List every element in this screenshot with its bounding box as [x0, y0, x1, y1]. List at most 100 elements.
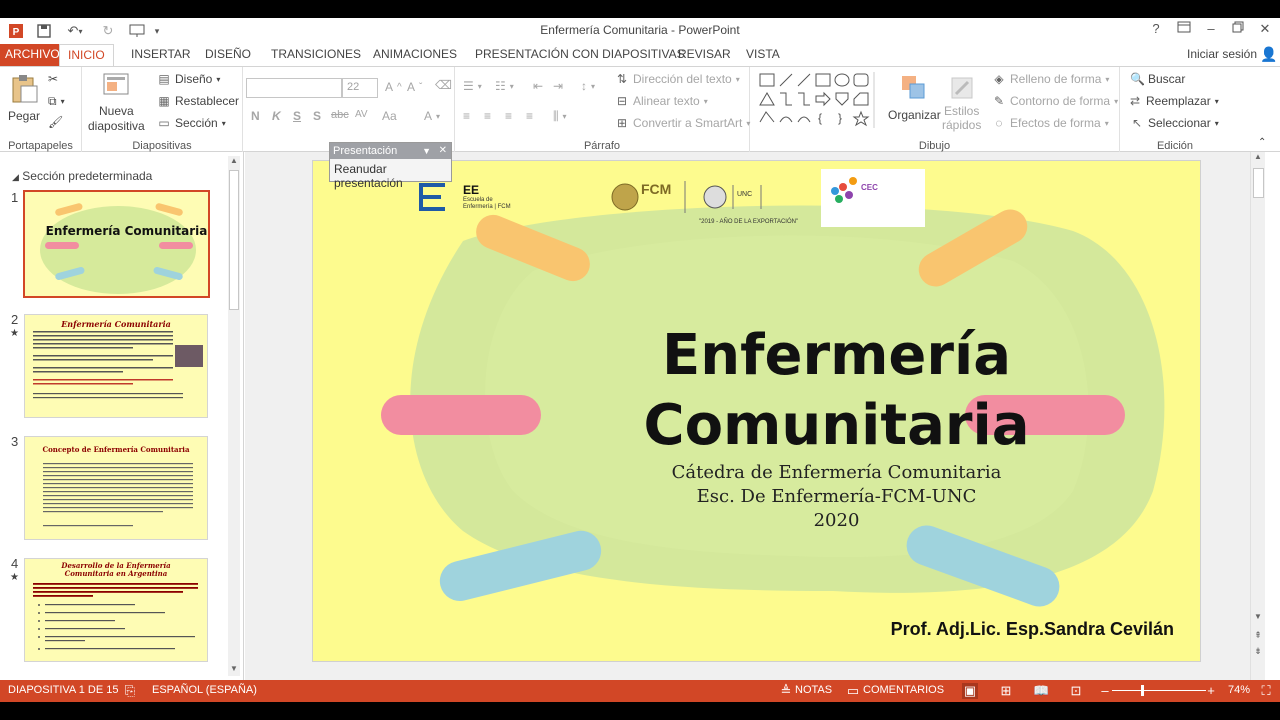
align-text-button[interactable]: ⊟ Alinear texto ▾	[615, 94, 708, 108]
strikethrough-button[interactable]: abc	[331, 109, 349, 121]
tab-animaciones[interactable]: ANIMACIONES	[365, 44, 465, 66]
select-button[interactable]: ↖ Seleccionar ▾	[1130, 116, 1219, 130]
reset-button[interactable]: ▦ Restablecer	[157, 94, 239, 108]
collapse-ribbon-icon[interactable]: ⌃	[1258, 137, 1266, 148]
floatbar-close-icon[interactable]: ✕	[439, 143, 447, 159]
section-header[interactable]: ◢ Sección predeterminada	[12, 169, 152, 183]
slide-thumbnail-1[interactable]: Enfermería Comunitaria	[23, 190, 210, 298]
format-painter-icon[interactable]: 🖌	[48, 115, 63, 129]
italic-button[interactable]: K	[272, 109, 281, 123]
help-icon[interactable]: ?	[1144, 21, 1168, 39]
slide-thumbnail-3[interactable]: Concepto de Enfermería Comunitaria	[24, 436, 208, 540]
next-slide-icon[interactable]: ⇟	[1251, 646, 1265, 660]
resume-presentation-button[interactable]: Reanudar presentación	[330, 159, 451, 193]
editor-scroll-up-icon[interactable]: ▲	[1251, 152, 1265, 166]
slide-thumbnail-4[interactable]: Desarrollo de la Enfermería Comunitaria …	[24, 558, 208, 662]
font-size-combo[interactable]: 22	[342, 78, 378, 98]
slide-author[interactable]: Prof. Adj.Lic. Esp.Sandra Cevilán	[891, 619, 1174, 640]
clear-format-icon[interactable]: ⌫	[435, 78, 452, 92]
notes-icon[interactable]: ≜	[778, 683, 794, 699]
grow-font-icon[interactable]: A ^	[385, 80, 402, 94]
align-center-icon[interactable]: ≡	[484, 109, 491, 123]
arrange-button[interactable]: Organizar	[888, 72, 941, 122]
editor-scroll-thumb[interactable]	[1253, 168, 1264, 198]
decrease-indent-icon[interactable]: ⇤	[533, 79, 543, 93]
justify-icon[interactable]: ≡	[526, 109, 533, 123]
bullets-icon[interactable]: ☰ ▾	[463, 79, 482, 93]
minimize-icon[interactable]: –	[1199, 21, 1223, 39]
tab-insertar[interactable]: INSERTAR	[123, 44, 199, 66]
tab-transiciones[interactable]: TRANSICIONES	[263, 44, 369, 66]
slideshow-view-icon[interactable]: ⊡	[1068, 683, 1084, 699]
editor-scroll-down-icon[interactable]: ▼	[1251, 612, 1265, 626]
section-button[interactable]: ▭ Sección ▾	[157, 116, 225, 130]
comments-icon[interactable]: ▭	[845, 683, 861, 699]
shape-fill-button[interactable]: ◈ Relleno de forma ▾	[992, 72, 1109, 86]
floatbar-dropdown-icon[interactable]: ▼	[422, 143, 431, 159]
account-icon[interactable]: 👤	[1252, 44, 1280, 66]
tab-archivo[interactable]: ARCHIVO	[0, 44, 65, 66]
slide-sorter-icon[interactable]: ⊞	[998, 683, 1014, 699]
tab-revisar[interactable]: REVISAR	[670, 44, 739, 66]
tab-vista[interactable]: VISTA	[738, 44, 788, 66]
previous-slide-icon[interactable]: ⇞	[1251, 630, 1265, 644]
effects-icon: ◌	[995, 116, 1003, 130]
spellcheck-icon[interactable]: ⎘	[122, 683, 138, 699]
zoom-level[interactable]: 74%	[1228, 684, 1250, 696]
tab-presentacion[interactable]: PRESENTACIÓN CON DIAPOSITIVAS	[467, 44, 693, 66]
zoom-in-icon[interactable]: +	[1203, 683, 1219, 699]
text-direction-button[interactable]: ⇅ Dirección del texto ▾	[615, 72, 740, 86]
slide-subtitle[interactable]: Cátedra de Enfermería Comunitaria Esc. D…	[473, 461, 1200, 533]
slide-title[interactable]: Enfermería Comunitaria	[473, 321, 1200, 461]
scroll-up-icon[interactable]: ▲	[228, 156, 240, 168]
underline-button[interactable]: S	[293, 109, 301, 123]
comments-button[interactable]: COMENTARIOS	[863, 684, 944, 696]
increase-indent-icon[interactable]: ⇥	[553, 79, 563, 93]
zoom-slider-thumb[interactable]	[1141, 685, 1144, 696]
font-name-combo[interactable]	[246, 78, 342, 98]
bold-button[interactable]: N	[251, 109, 260, 123]
spacing-button[interactable]: AV	[355, 109, 368, 120]
editor-scrollbar[interactable]: ▲ ▼ ⇞ ⇟	[1250, 152, 1265, 680]
shapes-gallery[interactable]: {}	[758, 72, 880, 128]
change-case-button[interactable]: Aa	[382, 109, 397, 123]
font-color-button[interactable]: A ▾	[424, 109, 440, 123]
copy-icon[interactable]: ⧉ ▾	[48, 94, 65, 109]
replace-button[interactable]: ⇄ Reemplazar ▾	[1128, 94, 1219, 108]
slide-thumbnail-2[interactable]: Enfermería Comunitaria	[24, 314, 208, 418]
ribbon-tabs: ARCHIVO INICIO INSERTAR DISEÑO TRANSICIO…	[0, 44, 1280, 67]
scroll-thumb[interactable]	[229, 170, 239, 310]
shrink-font-icon[interactable]: Aˇ	[407, 80, 422, 94]
shape-effects-button[interactable]: ◌ Efectos de forma ▾	[992, 116, 1108, 130]
paste-button[interactable]: Pegar	[8, 73, 40, 123]
align-right-icon[interactable]: ≡	[505, 109, 512, 123]
find-button[interactable]: 🔍 Buscar	[1130, 72, 1185, 86]
tab-diseno[interactable]: DISEÑO	[197, 44, 259, 66]
smartart-button[interactable]: ⊞ Convertir a SmartArt ▾	[615, 116, 750, 130]
floatbar-title[interactable]: Presentación ▼ ✕	[330, 143, 451, 159]
cut-icon[interactable]: ✂	[48, 72, 58, 86]
numbering-icon[interactable]: ☷ ▾	[495, 79, 514, 93]
zoom-out-icon[interactable]: –	[1097, 683, 1113, 699]
shadow-button[interactable]: S	[313, 109, 321, 123]
line-spacing-icon[interactable]: ↕ ▾	[581, 79, 595, 93]
zoom-slider[interactable]	[1112, 690, 1206, 691]
notes-button[interactable]: NOTAS	[795, 684, 832, 696]
quick-styles-button[interactable]: Estilos rápidos	[942, 72, 981, 132]
layout-button[interactable]: ▤ Diseño ▾	[157, 72, 220, 86]
ribbon-display-icon[interactable]	[1172, 21, 1196, 39]
shape-outline-button[interactable]: ✎ Contorno de forma ▾	[992, 94, 1118, 108]
new-slide-button[interactable]: Nueva diapositiva	[88, 71, 145, 133]
restore-icon[interactable]	[1226, 21, 1250, 39]
normal-view-icon[interactable]: ▣	[962, 683, 978, 699]
close-window-icon[interactable]: ✕	[1253, 21, 1277, 39]
current-slide[interactable]: EE Escuela de Enfermería | FCM FCM UNC "2…	[312, 160, 1201, 662]
language-indicator[interactable]: ESPAÑOL (ESPAÑA)	[152, 684, 257, 696]
fit-slide-icon[interactable]: ⛶	[1258, 683, 1274, 699]
slides-pane-scrollbar[interactable]: ▲ ▼	[228, 156, 240, 676]
columns-icon[interactable]: ⫼ ▾	[553, 109, 567, 124]
reading-view-icon[interactable]: 📖	[1033, 683, 1049, 699]
scroll-down-icon[interactable]: ▼	[228, 664, 240, 676]
align-left-icon[interactable]: ≡	[463, 109, 470, 123]
tab-inicio[interactable]: INICIO	[59, 44, 114, 67]
